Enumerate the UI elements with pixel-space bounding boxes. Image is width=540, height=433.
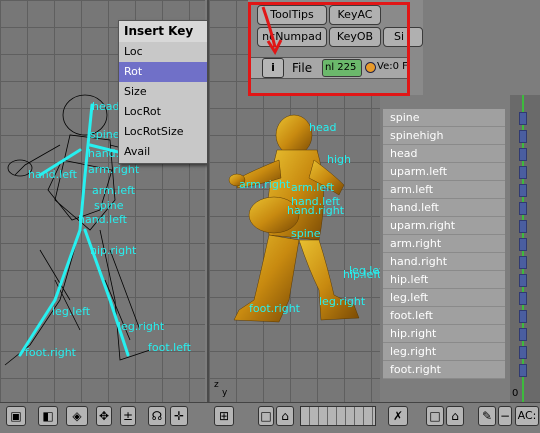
scale-manipulator-button[interactable]: ✛ (170, 406, 188, 426)
menu-item-loc[interactable]: Loc (119, 42, 213, 62)
bone-row-leg-left[interactable]: leg.left (383, 289, 505, 307)
bone-label: spine (90, 128, 120, 141)
bone-label: head (92, 100, 120, 113)
keyframe-marker[interactable] (519, 310, 527, 323)
bone-label: leg.left (52, 305, 91, 318)
bone-row-spinehigh[interactable]: spinehigh (383, 127, 505, 145)
bone-row-hip-left[interactable]: hip.left (383, 271, 505, 289)
menu-title: Insert Key (119, 21, 213, 42)
keyframe-marker[interactable] (519, 112, 527, 125)
bone-row-uparm-left[interactable]: uparm.left (383, 163, 505, 181)
snap-button[interactable]: ⊞ (214, 406, 234, 426)
axis-y-label: y (222, 388, 228, 398)
keyframe-marker[interactable] (519, 256, 527, 269)
bone-row-hip-right[interactable]: hip.right (383, 325, 505, 343)
bone-label: leg.right (319, 295, 366, 308)
menu-item-avail[interactable]: Avail (119, 142, 213, 162)
menu-item-rot[interactable]: Rot (119, 62, 213, 82)
minus-button[interactable]: − (498, 406, 512, 426)
menu-item-locrot[interactable]: LocRot (119, 102, 213, 122)
pencil-icon[interactable]: ✎ (478, 406, 496, 426)
transform-button[interactable]: ± (120, 406, 136, 426)
layer-button[interactable]: □ (258, 406, 274, 426)
bone-label: head (309, 121, 337, 134)
bone-label: hip.left (343, 268, 380, 281)
keyframe-marker[interactable] (519, 238, 527, 251)
bone-list: spine spinehigh head uparm.left arm.left… (383, 109, 505, 379)
keyframe-marker[interactable] (519, 166, 527, 179)
bone-row-arm-left[interactable]: arm.left (383, 181, 505, 199)
layer-grid[interactable] (300, 406, 376, 426)
bone-label: spine (291, 227, 321, 240)
bone-label: hand.left (28, 168, 77, 181)
header-right-area (423, 0, 540, 95)
menu-item-size[interactable]: Size (119, 82, 213, 102)
bone-label: arm.left (92, 184, 136, 197)
bone-label: hand.left (78, 213, 127, 226)
view-mode-button[interactable]: ▣ (6, 406, 26, 426)
keyframe-marker[interactable] (519, 364, 527, 377)
insert-key-menu: Insert Key Loc Rot Size LocRot LocRotSiz… (118, 20, 214, 164)
bone-row-hand-right[interactable]: hand.right (383, 253, 505, 271)
armature-icon[interactable]: ✗ (388, 406, 408, 426)
bone-row-spine[interactable]: spine (383, 109, 505, 127)
bone-label: high (327, 153, 351, 166)
draw-type-button[interactable]: ◈ (66, 406, 88, 426)
action-selector[interactable]: AC: (515, 406, 539, 426)
layer-button-2[interactable]: □ (426, 406, 444, 426)
keyframe-marker[interactable] (519, 346, 527, 359)
bone-label: hand.right (287, 204, 345, 217)
bone-label: foot.left (148, 341, 191, 354)
menu-item-locrotsize[interactable]: LocRotSize (119, 122, 213, 142)
frame-number: 0 (512, 388, 519, 399)
keyframe-marker[interactable] (519, 328, 527, 341)
keyframe-marker[interactable] (519, 292, 527, 305)
bone-row-foot-right[interactable]: foot.right (383, 361, 505, 379)
keyframe-marker[interactable] (519, 184, 527, 197)
bone-row-uparm-right[interactable]: uparm.right (383, 217, 505, 235)
home-icon-2[interactable]: ⌂ (446, 406, 464, 426)
axis-z-label: z (214, 380, 219, 390)
bone-label: foot.right (249, 302, 300, 315)
keyframe-marker[interactable] (519, 130, 527, 143)
bone-label: arm.left (291, 181, 335, 194)
bone-label: arm.right (239, 178, 291, 191)
keyframe-marker[interactable] (519, 274, 527, 287)
rotate-manipulator-button[interactable]: ☊ (148, 406, 166, 426)
home-icon[interactable]: ⌂ (276, 406, 294, 426)
bone-label: hip.right (90, 244, 137, 257)
bone-row-head[interactable]: head (383, 145, 505, 163)
keyframe-marker[interactable] (519, 148, 527, 161)
bone-row-foot-left[interactable]: foot.left (383, 307, 505, 325)
bone-row-leg-right[interactable]: leg.right (383, 343, 505, 361)
keyframe-marker[interactable] (519, 220, 527, 233)
bone-label: arm.right (88, 163, 140, 176)
object-mode-button[interactable]: ◧ (38, 406, 58, 426)
bone-label: leg.right (118, 320, 165, 333)
red-arrow-icon (261, 6, 283, 56)
bone-label: spine (94, 199, 124, 212)
bone-row-arm-right[interactable]: arm.right (383, 235, 505, 253)
keyframe-marker[interactable] (519, 202, 527, 215)
pivot-button[interactable]: ✥ (96, 406, 112, 426)
bone-label: foot.right (25, 346, 76, 359)
bone-row-hand-left[interactable]: hand.left (383, 199, 505, 217)
